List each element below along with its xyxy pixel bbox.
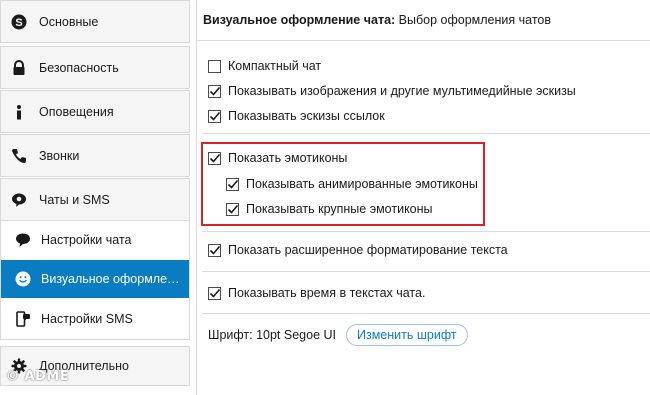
checkmark-icon	[208, 286, 221, 300]
sidebar-subitem-chat-settings[interactable]: Настройки чата	[1, 221, 189, 259]
section-divider	[202, 231, 650, 232]
sidebar-subitem-sms-settings[interactable]: Настройки SMS	[1, 300, 189, 338]
phone-icon	[11, 148, 27, 164]
sidebar-subitem-label: Визуальное оформление чата	[41, 272, 186, 286]
sidebar-item-label: Безопасность	[39, 60, 119, 75]
font-setting: Шрифт: 10pt Segoe UI Изменить шрифт	[208, 324, 468, 346]
page-title-bold: Визуальное оформление чата:	[203, 13, 396, 27]
change-font-button[interactable]: Изменить шрифт	[346, 324, 468, 346]
checkbox-label: Показать расширенное форматирование текс…	[228, 243, 508, 257]
emoticons-highlight-box	[201, 142, 485, 226]
page-title-description: Выбор оформления чатов	[395, 13, 551, 27]
smiley-icon	[15, 271, 31, 287]
checkmark-icon	[208, 243, 221, 257]
show-thumbnails-checkbox[interactable]: Показывать изображения и другие мультиме…	[208, 82, 576, 100]
checkbox-label: Показывать изображения и другие мультиме…	[228, 84, 576, 98]
rich-formatting-checkbox[interactable]: Показать расширенное форматирование текс…	[208, 241, 508, 259]
sidebar-item-label: Звонки	[39, 148, 80, 163]
page-title: Визуальное оформление чата: Выбор оформл…	[197, 0, 650, 41]
lock-icon	[11, 59, 27, 76]
checkmark-icon	[208, 84, 221, 98]
sidebar-item-notifications[interactable]: Оповещения	[0, 90, 190, 133]
sidebar-item-general[interactable]: S Основные	[0, 0, 190, 43]
info-icon	[11, 104, 27, 120]
checkbox-label: Показывать время в текстах чата.	[228, 286, 426, 300]
watermark: © ADME	[6, 369, 70, 384]
sidebar-item-security[interactable]: Безопасность	[0, 46, 190, 89]
sidebar-item-chats-sms[interactable]: Чаты и SMS	[0, 178, 190, 221]
sidebar-item-label: Оповещения	[39, 104, 114, 119]
section-divider	[202, 313, 650, 314]
show-timestamps-checkbox[interactable]: Показывать время в текстах чата.	[208, 284, 425, 302]
checkmark-icon	[208, 109, 221, 123]
sidebar-item-calls[interactable]: Звонки	[0, 134, 190, 177]
sidebar-item-label: Чаты и SMS	[39, 192, 110, 207]
chat-icon	[11, 192, 27, 208]
sidebar-subitem-chat-appearance[interactable]: Визуальное оформление чата	[1, 260, 189, 298]
speech-bubble-icon	[15, 232, 31, 248]
sidebar-subitem-label: Настройки чата	[41, 233, 132, 247]
skype-icon: S	[11, 14, 27, 30]
section-divider	[202, 271, 650, 272]
checkbox-label: Компактный чат	[228, 59, 322, 73]
checkbox-label: Показывать эскизы ссылок	[228, 109, 385, 123]
sidebar-subitem-label: Настройки SMS	[41, 312, 133, 326]
section-divider	[202, 133, 650, 134]
mobile-sms-icon	[15, 311, 31, 327]
svg-text:S: S	[15, 17, 22, 29]
settings-sidebar: S Основные Безопасность Оповещения Звонк…	[0, 0, 196, 395]
checkbox-unchecked-icon	[208, 59, 221, 73]
sidebar-item-label: Основные	[39, 14, 99, 29]
font-label: Шрифт: 10pt Segoe UI	[208, 328, 336, 342]
compact-chat-checkbox[interactable]: Компактный чат	[208, 57, 321, 75]
chat-submenu: Настройки чата Визуальное оформление чат…	[0, 220, 190, 340]
show-link-previews-checkbox[interactable]: Показывать эскизы ссылок	[208, 107, 385, 125]
